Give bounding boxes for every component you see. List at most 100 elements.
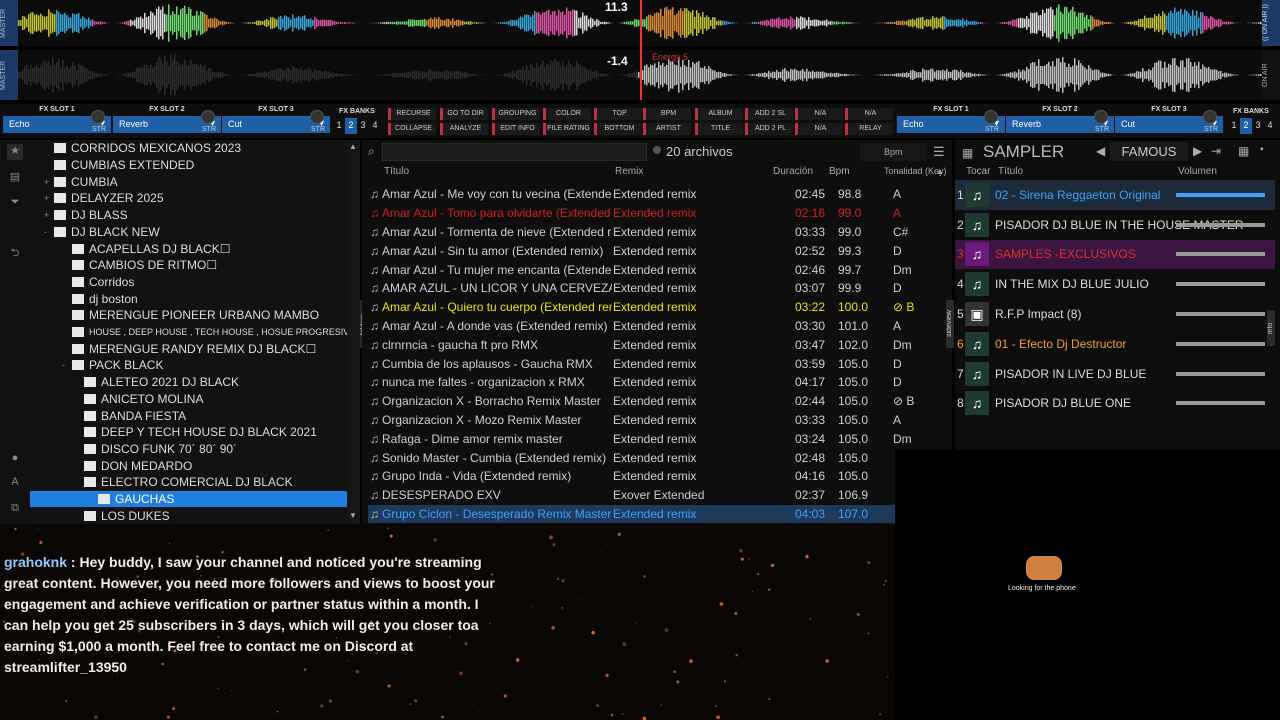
fx-bank-4[interactable]: 4	[369, 118, 381, 134]
info-tab[interactable]: info	[1267, 310, 1275, 346]
tree-folder[interactable]: + CUMBIA	[44, 173, 118, 190]
expand-icon[interactable]: +	[44, 210, 54, 220]
back-icon[interactable]: ⮌	[7, 244, 23, 260]
scroll-up-icon[interactable]: ▲	[349, 142, 357, 151]
font-size-icon[interactable]: A	[7, 476, 23, 492]
folder-tree[interactable]: CORRIDOS MEXICANOS 2023 CUMBIAS EXTENDED +…	[30, 140, 360, 524]
col-duration[interactable]: Duración	[773, 166, 813, 177]
filter-icon[interactable]: ⏷	[7, 196, 23, 212]
sampler-slot[interactable]: 4 ♫ IN THE MIX DJ BLUE JULIO	[955, 269, 1275, 299]
tree-folder[interactable]: - DJ BLACK NEW	[44, 224, 160, 241]
music-note-icon[interactable]: ♫	[965, 183, 989, 207]
volume-bar[interactable]	[1176, 252, 1265, 256]
browser-btn-2[interactable]: GROUPING	[492, 108, 540, 120]
track-row[interactable]: ♫ DESESPERADO EXV Exover Extended 02:37 106.…	[368, 486, 944, 505]
tree-folder[interactable]: ANICETO MOLINA	[74, 391, 203, 408]
track-row[interactable]: ♫ Organizacion X - Borracho Remix Master E…	[368, 392, 944, 411]
sampler-slot[interactable]: 6 ♫ 01 - Efecto Dj Destructor	[955, 329, 1275, 359]
search-input[interactable]	[382, 143, 647, 161]
music-note-icon[interactable]: ♫	[965, 391, 989, 415]
tree-folder[interactable]: ALETEO 2021 DJ BLACK	[74, 374, 239, 391]
browser-btn-16[interactable]: TITLE	[695, 123, 743, 135]
sampler-slot[interactable]: 5 ▣ R.F.P Impact (8)	[955, 299, 1275, 329]
browser-btn-11[interactable]: ANALYZE	[440, 123, 488, 135]
tree-folder[interactable]: CORRIDOS MEXICANOS 2023	[44, 140, 241, 157]
star-icon[interactable]: ★	[7, 144, 23, 160]
sampler-slot[interactable]: 3 ♫ SAMPLES -EXCLUSIVOS	[955, 240, 1275, 270]
browser-btn-8[interactable]: N/A	[795, 108, 843, 120]
tree-folder[interactable]: dj boston	[62, 290, 138, 307]
fx-right-knob-3[interactable]	[1203, 110, 1217, 124]
track-row[interactable]: ♫ AMAR AZUL - UN LICOR Y UNA CERVEZA Exten…	[368, 279, 944, 298]
track-row[interactable]: ♫ Cumbia de los aplausos - Gaucha RMX Exte…	[368, 354, 944, 373]
scroll-down-icon[interactable]: ▼	[349, 511, 357, 520]
drive-icon[interactable]: ▤	[7, 170, 23, 186]
fx-right-knob-1[interactable]	[984, 110, 998, 124]
sampler-slot[interactable]: 2 ♫ PISADOR DJ BLUE IN THE HOUSE MASTER	[955, 210, 1275, 240]
tree-folder[interactable]: DISCO FUNK 70´ 80´ 90´	[74, 441, 237, 458]
browser-btn-9[interactable]: N/A	[845, 108, 893, 120]
tree-folder[interactable]: GAUCHAS	[30, 491, 347, 508]
fx-bank-3[interactable]: 3	[1252, 118, 1264, 134]
tree-scrollbar[interactable]: ▲ ▼	[347, 140, 360, 524]
tree-folder[interactable]: - PACK BLACK	[62, 357, 163, 374]
col-title[interactable]: Título	[384, 166, 409, 177]
col-bpm[interactable]: Bpm	[829, 166, 850, 177]
browser-btn-0[interactable]: RECURSE	[388, 108, 436, 120]
expand-icon[interactable]: -	[62, 360, 72, 370]
fx-right-knob-2[interactable]	[1094, 110, 1108, 124]
music-note-icon[interactable]: ♫	[965, 242, 989, 266]
next-bank-icon[interactable]: ▶	[1193, 144, 1202, 158]
track-row[interactable]: ♫ Amar Azul - Tormenta de nieve (Extended…	[368, 223, 944, 242]
fx-bank-4[interactable]: 4	[1264, 118, 1276, 134]
browser-btn-17[interactable]: ADD 2 PL	[745, 123, 793, 135]
sample-thumbnail-icon[interactable]: ▣	[965, 302, 989, 326]
browser-btn-13[interactable]: FILE RATING	[543, 123, 591, 135]
prev-bank-icon[interactable]: ◀	[1096, 144, 1105, 158]
fx-bank-3[interactable]: 3	[357, 118, 369, 134]
track-row[interactable]: ♫ Amar Azul - Sin tu amor (Extended remix…	[368, 241, 944, 260]
browser-btn-1[interactable]: GO TO DIR	[440, 108, 488, 120]
track-row[interactable]: ♫ nunca me faltes - organizacion x RMX Ext…	[368, 373, 944, 392]
tree-folder[interactable]: BANDA FIESTA	[74, 407, 186, 424]
browser-btn-12[interactable]: EDIT INFO	[492, 123, 540, 135]
tree-folder[interactable]: MERENGUE PIONEER URBANO MAMBO	[62, 307, 319, 324]
tree-folder[interactable]: + DELAYZER 2025	[44, 190, 164, 207]
browser-btn-10[interactable]: COLLAPSE	[388, 123, 436, 135]
music-note-icon[interactable]: ♫	[965, 332, 989, 356]
music-note-icon[interactable]: ♫	[965, 213, 989, 237]
tree-folder[interactable]: HOUSE , DEEP HOUSE , TECH HOUSE , HOSUE …	[62, 324, 355, 341]
sampler-slot[interactable]: 8 ♫ PISADOR DJ BLUE ONE	[955, 389, 1275, 419]
volume-bar[interactable]	[1176, 282, 1265, 286]
sampler-grid-view-icon[interactable]: ▦	[1238, 144, 1249, 158]
browser-btn-14[interactable]: BOTTOM	[594, 123, 642, 135]
tree-folder[interactable]: CAMBIOS DE RITMO☐	[62, 257, 217, 274]
volume-bar[interactable]	[1176, 372, 1265, 376]
sampler-record-icon[interactable]: ⇥	[1211, 144, 1221, 158]
sampler-menu-icon[interactable]: ▪	[1260, 144, 1264, 155]
music-note-icon[interactable]: ♫	[965, 362, 989, 386]
volume-bar[interactable]	[1176, 342, 1265, 346]
fx-left-knob-3[interactable]	[310, 110, 324, 124]
fx-left-knob-2[interactable]	[201, 110, 215, 124]
track-row[interactable]: ♫ Rafaga - Dime amor remix master Extended…	[368, 429, 944, 448]
browser-btn-4[interactable]: TOP	[594, 108, 642, 120]
fx-bank-2[interactable]: 2	[1240, 118, 1252, 134]
sort-select[interactable]: Bpm	[860, 143, 926, 161]
tree-folder[interactable]: MERENGUE RANDY REMIX DJ BLACK☐	[62, 340, 316, 357]
browser-btn-18[interactable]: N/A	[795, 123, 843, 135]
track-row[interactable]: ♫ Grupo Ciclon - Desesperado Remix Master…	[368, 505, 944, 524]
music-note-icon[interactable]: ♫	[965, 272, 989, 296]
tree-folder[interactable]: ELECTRO COMERCIAL DJ BLACK	[74, 474, 293, 491]
expand-icon[interactable]: +	[44, 193, 54, 203]
window-icon[interactable]: ⧉	[7, 502, 23, 518]
tree-folder[interactable]: LOS DUKES	[74, 507, 170, 524]
track-row[interactable]: ♫ Amar Azul - Quiero tu cuerpo (Extended …	[368, 298, 944, 317]
track-row[interactable]: ♫ Amar Azul - Me voy con tu vecina (Exten…	[368, 185, 944, 204]
track-row[interactable]: ♫ Organizacion X - Mozo Remix Master Exten…	[368, 411, 944, 430]
browser-btn-19[interactable]: RELAY	[845, 123, 893, 135]
tree-folder[interactable]: DEEP Y TECH HOUSE DJ BLACK 2021	[74, 424, 317, 441]
expand-icon[interactable]: +	[44, 177, 54, 187]
tree-folder[interactable]: Corridos	[62, 274, 134, 291]
track-row[interactable]: ♫ clrnrncia - gaucha ft pro RMX Extended r…	[368, 335, 944, 354]
